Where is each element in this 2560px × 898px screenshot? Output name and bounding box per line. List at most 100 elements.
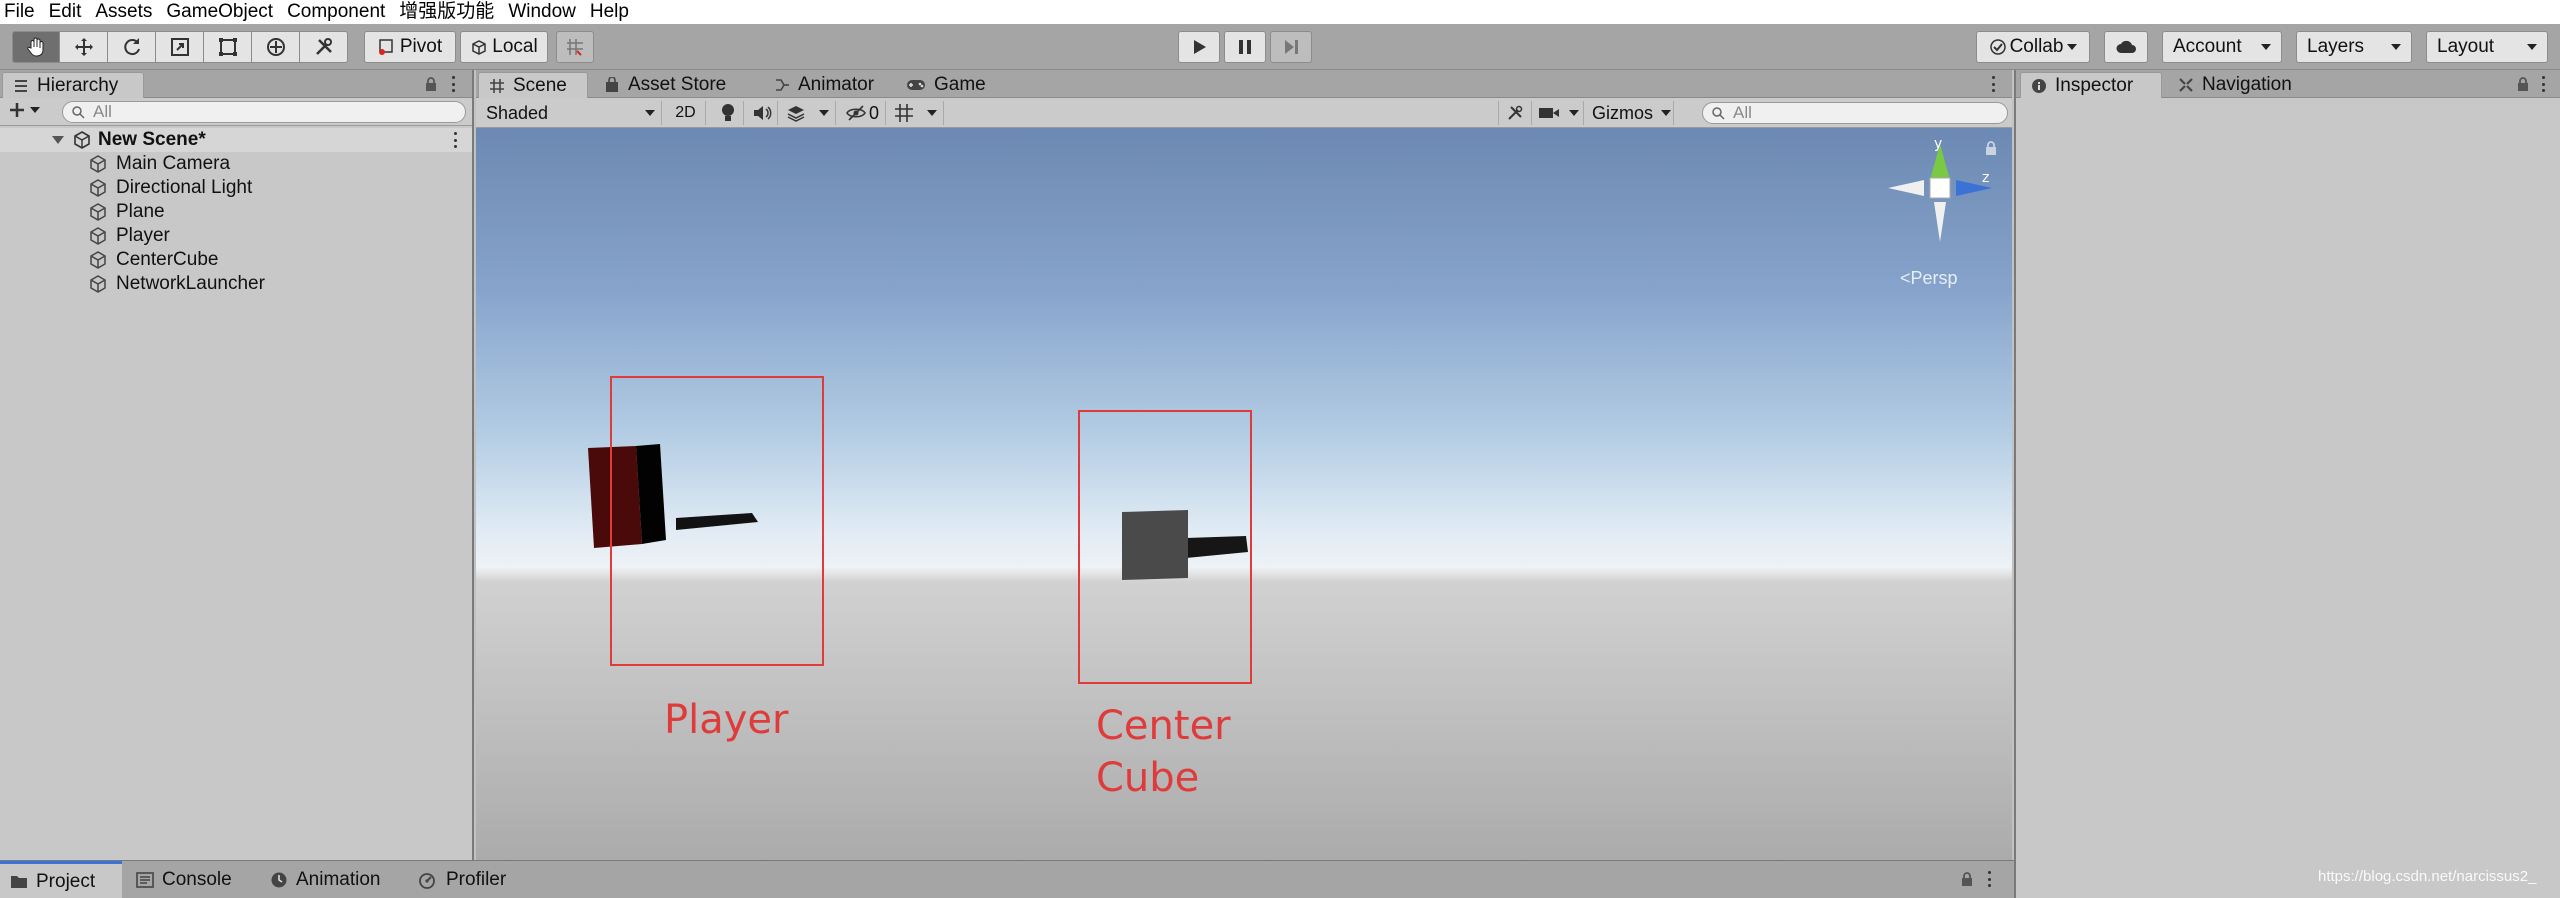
mode-2d-toggle[interactable]: 2D (666, 101, 706, 125)
hidden-objects-toggle[interactable]: 0 (840, 101, 886, 125)
hierarchy-item-plane[interactable]: Plane (88, 200, 165, 224)
tab-project[interactable]: Project (0, 861, 122, 898)
create-dropdown[interactable] (8, 101, 40, 119)
move-tool-button[interactable] (60, 31, 108, 63)
menu-window[interactable]: Window (508, 0, 576, 24)
wrench-icon (1508, 105, 1523, 120)
tab-animation[interactable]: Animation (260, 861, 391, 898)
shading-caret-icon (645, 110, 655, 116)
navigation-icon (2178, 77, 2194, 93)
hierarchy-item-centercube[interactable]: CenterCube (88, 248, 218, 272)
scene-root-row[interactable]: New Scene* (0, 128, 472, 152)
hierarchy-item-label: Main Camera (116, 153, 231, 174)
projection-label[interactable]: <Persp (1900, 268, 1958, 289)
cloud-icon (2116, 40, 2136, 53)
hierarchy-item-directional-light[interactable]: Directional Light (88, 176, 252, 200)
camera-settings-dropdown[interactable] (1534, 101, 1584, 125)
gizmo-lock-icon[interactable] (1984, 140, 1998, 156)
animator-icon (774, 77, 790, 93)
scene-tools-button[interactable] (1498, 101, 1532, 125)
grid-snap-button[interactable] (556, 31, 594, 63)
lightbulb-icon (721, 104, 734, 121)
hierarchy-item-player[interactable]: Player (88, 224, 170, 248)
lighting-toggle[interactable] (712, 101, 744, 125)
gameobject-cube-icon (88, 154, 108, 174)
gizmos-dropdown[interactable]: Gizmos (1586, 101, 1674, 125)
local-toggle-button[interactable]: Local (460, 31, 548, 63)
hierarchy-item-label: NetworkLauncher (116, 273, 265, 294)
expand-arrow-icon[interactable] (52, 136, 64, 144)
tab-asset-store[interactable]: Asset Store (594, 72, 738, 98)
local-label: Local (492, 36, 538, 57)
grid-dropdown[interactable] (888, 101, 944, 125)
menu-component[interactable]: Component (287, 0, 385, 24)
tab-hierarchy[interactable]: Hierarchy (2, 72, 144, 98)
cloud-button[interactable] (2104, 31, 2148, 63)
rect-tool-button[interactable] (204, 31, 252, 63)
custom-tool-button[interactable] (300, 31, 348, 63)
layers-dropdown[interactable]: Layers (2296, 31, 2412, 63)
gizmo-neg-y-axis[interactable] (1934, 202, 1946, 242)
transform-tool-button[interactable] (252, 31, 300, 63)
hierarchy-item-label: Player (116, 225, 170, 246)
tab-game[interactable]: Game (896, 72, 998, 98)
inspector-menu-icon[interactable] (2542, 76, 2546, 92)
list-icon (13, 78, 29, 94)
hierarchy-item-networklauncher[interactable]: NetworkLauncher (88, 272, 265, 296)
hierarchy-panel: Hierarchy All New Scene* Main Camera Dir… (0, 70, 474, 860)
pause-icon (1239, 40, 1251, 54)
layout-dropdown[interactable]: Layout (2426, 31, 2548, 63)
gameobject-cube-icon (88, 202, 108, 222)
tab-console[interactable]: Console (126, 861, 242, 898)
collab-dropdown[interactable]: Collab (1976, 31, 2090, 63)
scene-panel-menu-icon[interactable] (1992, 76, 1996, 92)
scale-tool-button[interactable] (156, 31, 204, 63)
scene-viewport[interactable]: Player Center Cube y z <Persp (476, 128, 2012, 860)
menu-file[interactable]: File (4, 0, 35, 24)
step-button[interactable] (1270, 31, 1312, 63)
tab-profiler[interactable]: Profiler (408, 861, 516, 898)
hand-tool-button[interactable] (12, 31, 60, 63)
scene-name: New Scene* (98, 129, 206, 150)
gizmo-center-cube[interactable] (1929, 177, 1951, 199)
project-lock-icon[interactable] (1960, 871, 1974, 893)
menu-enhanced[interactable]: 增强版功能 (399, 0, 494, 24)
scene-search-input[interactable]: All (1702, 102, 2008, 124)
account-label: Account (2173, 36, 2242, 57)
pivot-toggle-button[interactable]: Pivot (364, 31, 456, 63)
hierarchy-menu-icon[interactable] (452, 76, 456, 92)
play-button[interactable] (1178, 31, 1220, 63)
pause-button[interactable] (1224, 31, 1266, 63)
lock-icon[interactable] (424, 76, 438, 98)
audio-toggle[interactable] (746, 101, 778, 125)
tab-navigation[interactable]: Navigation (2168, 72, 2304, 98)
pivot-icon (378, 39, 393, 55)
menu-edit[interactable]: Edit (49, 0, 82, 24)
menu-help[interactable]: Help (590, 0, 629, 24)
account-dropdown[interactable]: Account (2162, 31, 2282, 63)
hierarchy-search-input[interactable]: All (62, 101, 466, 123)
project-menu-icon[interactable] (1988, 871, 1992, 887)
tab-inspector[interactable]: Inspector (2020, 72, 2162, 98)
view-orientation-gizmo[interactable]: y z (1886, 138, 1996, 248)
game-tab-label: Game (934, 74, 986, 95)
menu-assets[interactable]: Assets (95, 0, 152, 24)
gizmos-caret-icon (1661, 110, 1672, 116)
menu-gameobject[interactable]: GameObject (166, 0, 273, 24)
bottom-tabbar: Project Console Animation Profiler (0, 860, 2014, 898)
grid-snap-icon (567, 39, 583, 56)
inspector-lock-icon[interactable] (2516, 76, 2530, 98)
shading-mode-dropdown[interactable]: Shaded (480, 101, 662, 125)
check-circle-icon (1989, 39, 2006, 55)
scene-menu-icon[interactable] (454, 132, 458, 148)
gameobject-cube-icon (88, 226, 108, 246)
hierarchy-item-main-camera[interactable]: Main Camera (88, 152, 230, 176)
gizmo-neg-x-axis[interactable] (1888, 180, 1924, 196)
tab-animator[interactable]: Animator (764, 72, 886, 98)
hierarchy-item-label: Plane (116, 201, 165, 222)
profiler-icon (419, 873, 435, 889)
tab-scene[interactable]: Scene (478, 72, 588, 98)
effects-dropdown[interactable] (780, 101, 836, 125)
rotate-tool-button[interactable] (108, 31, 156, 63)
hierarchy-item-label: Directional Light (116, 177, 253, 198)
